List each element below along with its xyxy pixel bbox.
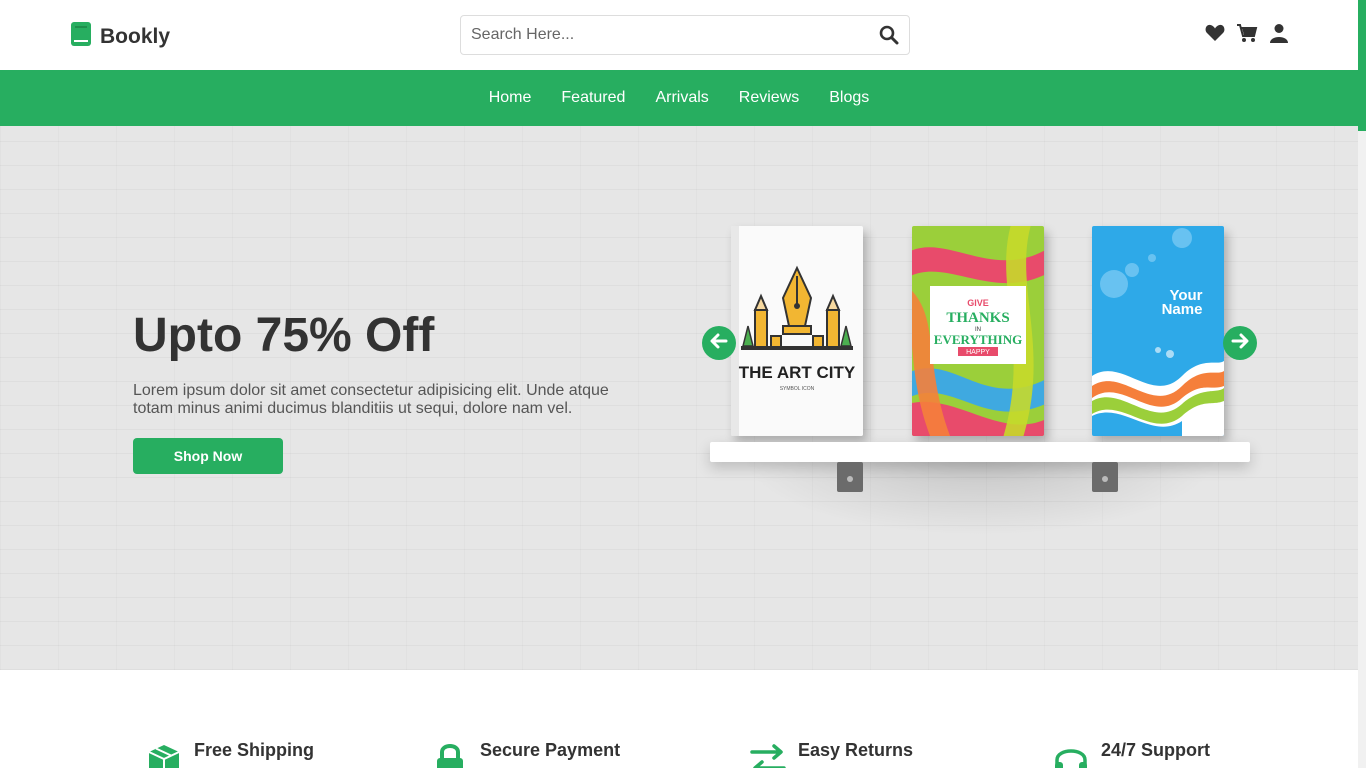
- book-subtitle-art-city: SYMBOL ICON: [780, 386, 815, 392]
- shelf-bracket: [837, 462, 863, 492]
- nav-featured[interactable]: Featured: [561, 89, 625, 107]
- slider-prev-button[interactable]: [702, 326, 736, 360]
- features-section: Free Shipping Secure Payment Easy Return…: [0, 670, 1358, 768]
- headset-icon: [1053, 742, 1089, 768]
- nav-arrivals[interactable]: Arrivals: [655, 89, 708, 107]
- book2-line5: HAPPY: [966, 349, 990, 356]
- logo-text: Bookly: [100, 24, 171, 48]
- book-cover-thanks[interactable]: GIVE THANKS IN EVERYTHING HAPPY: [912, 226, 1044, 436]
- book-title-art-city: THE ART CITY: [739, 363, 856, 382]
- book-cover-art-city[interactable]: THE ART CITY SYMBOL ICON: [731, 226, 863, 436]
- feature-free-shipping: Free Shipping: [146, 740, 314, 768]
- search-bar: [460, 15, 910, 55]
- hero-section: Upto 75% Off Lorem ipsum dolor sit amet …: [0, 126, 1358, 670]
- page-scrollbar[interactable]: [1358, 0, 1366, 768]
- nav-reviews[interactable]: Reviews: [739, 89, 799, 107]
- feature-title: 24/7 Support: [1101, 740, 1211, 760]
- lock-icon: [432, 742, 468, 768]
- book2-line2: THANKS: [946, 310, 1009, 326]
- feature-title: Easy Returns: [798, 740, 914, 760]
- book2-line1: GIVE: [967, 298, 989, 308]
- feature-support: 24/7 Support: [1053, 740, 1210, 768]
- feature-easy-returns: Easy Returns: [750, 740, 913, 768]
- header-icons: [1204, 22, 1290, 44]
- main-nav: Home Featured Arrivals Reviews Blogs: [0, 70, 1358, 126]
- search-icon[interactable]: [869, 16, 909, 54]
- book2-line4: EVERYTHING: [934, 332, 1022, 347]
- feature-title: Secure Payment: [480, 740, 621, 760]
- heart-icon[interactable]: [1204, 22, 1226, 44]
- cart-icon[interactable]: [1236, 22, 1258, 44]
- shop-now-button[interactable]: Shop Now: [133, 438, 283, 474]
- book-cover-your-name[interactable]: Your Name: [1092, 226, 1224, 436]
- arrow-right-icon: [1231, 332, 1249, 355]
- box-icon: [146, 742, 182, 768]
- scrollbar-thumb[interactable]: [1358, 0, 1366, 131]
- slider-next-button[interactable]: [1223, 326, 1257, 360]
- shelf-bracket: [1092, 462, 1118, 492]
- feature-secure-payment: Secure Payment: [432, 740, 620, 768]
- hero-title: Upto 75% Off: [133, 309, 435, 362]
- header: Bookly: [0, 0, 1358, 70]
- book3-line2: Name: [1162, 301, 1203, 318]
- hero-description: Lorem ipsum dolor sit amet consectetur a…: [133, 382, 609, 417]
- book-shelf: [710, 442, 1250, 462]
- exchange-icon: [750, 742, 786, 768]
- logo[interactable]: Bookly: [70, 22, 170, 51]
- book-icon: [70, 22, 92, 51]
- search-input[interactable]: [461, 16, 869, 54]
- arrow-left-icon: [710, 332, 728, 355]
- feature-title: Free Shipping: [194, 740, 315, 760]
- nav-home[interactable]: Home: [489, 89, 532, 107]
- nav-blogs[interactable]: Blogs: [829, 89, 869, 107]
- shelf-shadow: [740, 456, 1220, 536]
- user-icon[interactable]: [1268, 22, 1290, 44]
